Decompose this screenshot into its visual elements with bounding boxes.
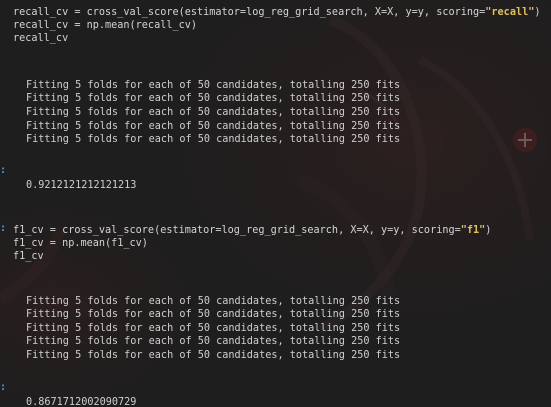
code-text: f1_cv = cross_val_score(estimator=log_re… bbox=[13, 225, 461, 236]
result-value: 0.8671712002090729 bbox=[26, 397, 137, 407]
input-prompt: : bbox=[0, 223, 7, 234]
output-prompt: : bbox=[0, 382, 7, 393]
code-text: f1_cv = np.mean(f1_cv) bbox=[13, 238, 148, 249]
output-prompt: : bbox=[0, 165, 7, 176]
code-text: recall_cv = cross_val_score(estimator=lo… bbox=[13, 7, 486, 18]
stream-line: Fitting 5 folds for each of 50 candidate… bbox=[26, 93, 401, 104]
stream-line: Fitting 5 folds for each of 50 candidate… bbox=[26, 107, 401, 118]
code-text: ) bbox=[534, 7, 541, 18]
code-line[interactable]: recall_cv = np.mean(recall_cv) bbox=[13, 19, 197, 32]
code-line[interactable]: recall_cv = cross_val_score(estimator=lo… bbox=[13, 6, 541, 19]
code-line[interactable]: f1_cv = np.mean(f1_cv) bbox=[13, 237, 148, 250]
stream-line: Fitting 5 folds for each of 50 candidate… bbox=[26, 121, 401, 132]
string-literal: "f1" bbox=[460, 225, 486, 236]
notebook-view: recall_cv = cross_val_score(estimator=lo… bbox=[0, 0, 551, 407]
code-line[interactable]: f1_cv bbox=[13, 250, 44, 263]
stream-line: Fitting 5 folds for each of 50 candidate… bbox=[26, 296, 401, 307]
string-literal: "recall" bbox=[485, 7, 535, 18]
stream-line: Fitting 5 folds for each of 50 candidate… bbox=[26, 336, 401, 347]
result-value: 0.9212121212121213 bbox=[26, 180, 137, 191]
stream-line: Fitting 5 folds for each of 50 candidate… bbox=[26, 323, 401, 334]
code-text: recall_cv bbox=[13, 33, 69, 44]
stream-line: Fitting 5 folds for each of 50 candidate… bbox=[26, 350, 401, 361]
stream-line: Fitting 5 folds for each of 50 candidate… bbox=[26, 134, 401, 145]
code-text: ) bbox=[485, 225, 492, 236]
stream-line: Fitting 5 folds for each of 50 candidate… bbox=[26, 80, 401, 91]
code-text: recall_cv = np.mean(recall_cv) bbox=[13, 20, 198, 31]
code-text: f1_cv bbox=[13, 251, 44, 262]
code-line[interactable]: f1_cv = cross_val_score(estimator=log_re… bbox=[13, 224, 491, 237]
code-line[interactable]: recall_cv bbox=[13, 32, 68, 45]
stream-line: Fitting 5 folds for each of 50 candidate… bbox=[26, 309, 401, 320]
